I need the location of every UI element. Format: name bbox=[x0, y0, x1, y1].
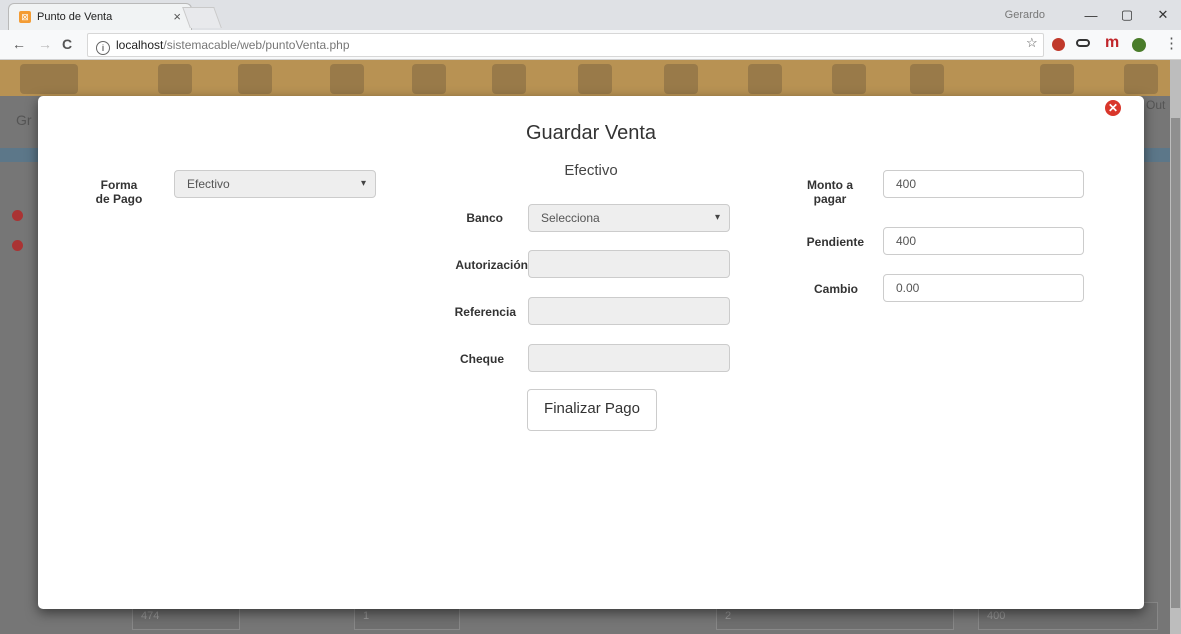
profile-name[interactable]: Gerardo bbox=[1005, 9, 1045, 21]
pendiente-label: Pendiente bbox=[806, 235, 864, 249]
pendiente-field[interactable]: 400 bbox=[883, 227, 1084, 255]
guardar-venta-modal: ✕ Guardar Venta Efectivo Forma de Pago E… bbox=[38, 96, 1144, 609]
referencia-label: Referencia bbox=[454, 305, 516, 319]
pos-icon[interactable] bbox=[20, 64, 78, 94]
inventory-icon[interactable] bbox=[238, 64, 272, 94]
document-icon[interactable] bbox=[748, 64, 782, 94]
window-controls: Gerardo — ▢ ✕ bbox=[1005, 0, 1181, 30]
box-icon[interactable] bbox=[492, 64, 526, 94]
browser-menu-icon[interactable]: ⋮ bbox=[1164, 34, 1179, 52]
user-icon[interactable] bbox=[910, 64, 944, 94]
scrollbar-thumb[interactable] bbox=[1171, 118, 1180, 608]
forma-label-line2: de Pago bbox=[95, 192, 143, 206]
modal-close-icon[interactable]: ✕ bbox=[1105, 100, 1121, 116]
reload-icon[interactable]: C bbox=[62, 36, 72, 52]
address-toolbar: ← → C i localhost/sistemacable/web/puntoV… bbox=[0, 30, 1181, 60]
tab-close-icon[interactable]: × bbox=[173, 9, 181, 24]
back-icon[interactable]: ← bbox=[12, 36, 26, 52]
logout-label[interactable]: Out bbox=[1146, 98, 1165, 112]
top-navigation bbox=[0, 60, 1170, 96]
referencia-field[interactable] bbox=[528, 297, 730, 325]
m-extension-icon[interactable]: m bbox=[1105, 34, 1119, 52]
cheque-label: Cheque bbox=[459, 352, 504, 366]
monto-a-pagar-label: Monto a pagar bbox=[798, 178, 862, 206]
page-scrollbar[interactable] bbox=[1170, 60, 1181, 634]
url-host: localhost bbox=[116, 38, 164, 52]
cheque-field[interactable] bbox=[528, 344, 730, 372]
cambio-label: Cambio bbox=[813, 282, 858, 296]
info-icon[interactable]: i bbox=[96, 41, 110, 55]
wallet-icon[interactable] bbox=[664, 64, 698, 94]
extension-icon[interactable] bbox=[1132, 38, 1146, 52]
modal-title: Guardar Venta bbox=[525, 122, 657, 144]
monto-field[interactable]: 400 bbox=[883, 170, 1084, 198]
logout-icon[interactable] bbox=[1124, 64, 1158, 94]
xampp-favicon-icon: ⊠ bbox=[19, 11, 31, 23]
new-tab-button[interactable] bbox=[182, 7, 222, 28]
autorizacion-field[interactable] bbox=[528, 250, 730, 278]
settings-icon[interactable] bbox=[1040, 64, 1074, 94]
chart-icon[interactable] bbox=[412, 64, 446, 94]
url-path: /sistemacable/web/puntoVenta.php bbox=[163, 38, 350, 52]
autorizacion-label: Autorización bbox=[455, 258, 528, 272]
close-window-icon[interactable]: ✕ bbox=[1145, 7, 1181, 23]
trash-icon[interactable] bbox=[158, 64, 192, 94]
address-bar[interactable]: i localhost/sistemacable/web/puntoVenta.p… bbox=[87, 33, 1044, 57]
maximize-icon[interactable]: ▢ bbox=[1109, 7, 1145, 23]
banco-label: Banco bbox=[466, 211, 503, 225]
remove-icon[interactable] bbox=[12, 240, 23, 251]
browser-tab[interactable]: ⊠ Punto de Venta × bbox=[8, 3, 192, 31]
minimize-icon[interactable]: — bbox=[1073, 8, 1109, 23]
cancel-sale-icon[interactable] bbox=[330, 64, 364, 94]
tab-title: Punto de Venta bbox=[37, 11, 113, 23]
browser-tab-bar: ⊠ Punto de Venta × Gerardo — ▢ ✕ bbox=[0, 0, 1181, 31]
forward-icon[interactable]: → bbox=[38, 36, 52, 52]
bookmark-star-icon[interactable]: ☆ bbox=[1026, 35, 1038, 51]
forma-de-pago-select[interactable]: Efectivo bbox=[174, 170, 376, 198]
banco-select[interactable]: Selecciona bbox=[528, 204, 730, 232]
cart-icon[interactable] bbox=[578, 64, 612, 94]
glasses-extension-icon[interactable] bbox=[1076, 39, 1090, 47]
finalizar-pago-button[interactable]: Finalizar Pago bbox=[527, 389, 657, 431]
forma-de-pago-label: Forma de Pago bbox=[88, 178, 150, 206]
forma-label-line1: Forma bbox=[100, 178, 138, 192]
bg-gr-text: Gr bbox=[16, 112, 32, 128]
cambio-field[interactable]: 0.00 bbox=[883, 274, 1084, 302]
monto-label-line2: pagar bbox=[813, 192, 847, 206]
monto-label-line1: Monto a bbox=[807, 178, 853, 192]
adblock-icon[interactable] bbox=[1052, 38, 1065, 51]
checklist-icon[interactable] bbox=[832, 64, 866, 94]
remove-icon[interactable] bbox=[12, 210, 23, 221]
